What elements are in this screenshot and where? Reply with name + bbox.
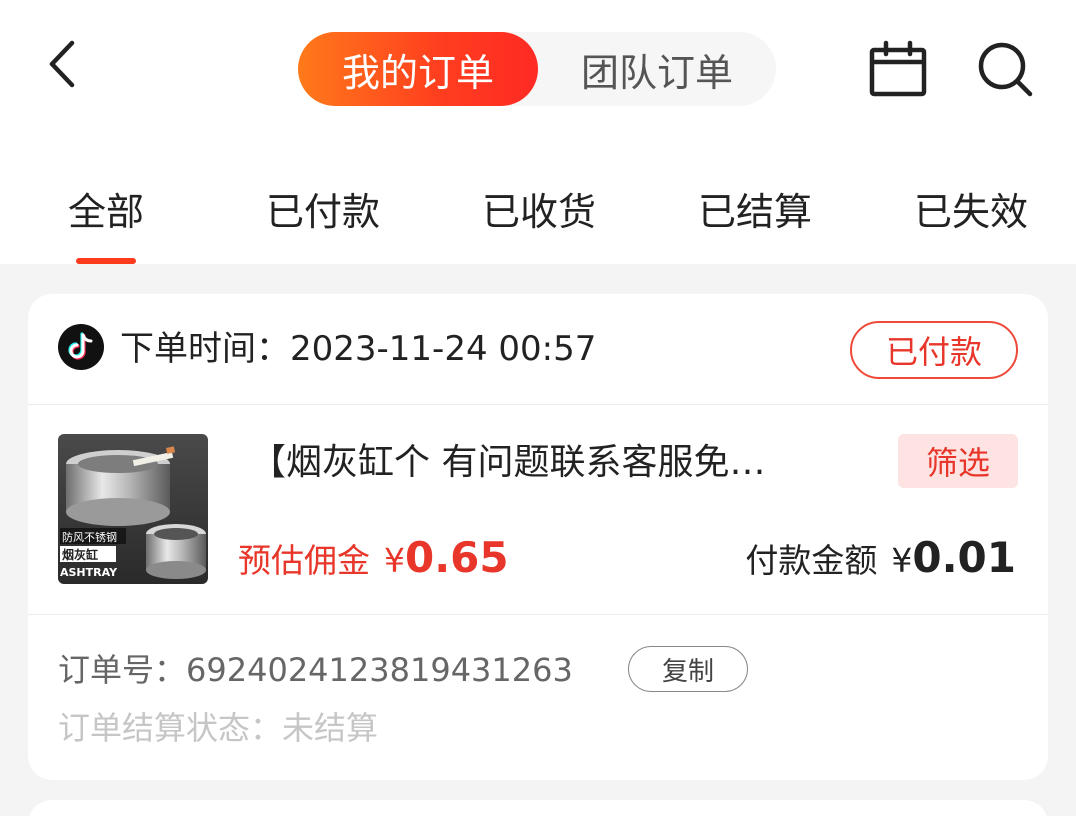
top-bar: 我的订单 团队订单 全部 已付款 已收货 已结算 已失效 xyxy=(0,0,1076,264)
order-time-value: 2023-11-24 00:57 xyxy=(290,329,597,369)
tab-invalid[interactable]: 已失效 xyxy=(898,170,1044,246)
divider xyxy=(28,404,1048,405)
tab-paid[interactable]: 已付款 xyxy=(250,170,396,246)
tab-my-orders[interactable]: 我的订单 xyxy=(298,32,538,106)
order-number-value: 6924024123819431263 xyxy=(186,651,573,689)
back-button[interactable] xyxy=(36,36,86,92)
paid-amount: 付款金额 ¥0.01 xyxy=(745,530,1016,586)
commission-label: 预估佣金 xyxy=(238,541,370,580)
filter-button[interactable]: 筛选 xyxy=(898,434,1018,488)
ashtray-image: 防风不锈钢 烟灰缸 ASHTRAY xyxy=(58,434,208,584)
order-number-label: 订单号： xyxy=(58,651,187,689)
divider xyxy=(28,614,1048,615)
paid-label: 付款金额 xyxy=(745,541,878,580)
order-number: 订单号：6924024123819431263 xyxy=(58,646,573,694)
commission-value: 0.65 xyxy=(405,533,509,582)
tab-all[interactable]: 全部 xyxy=(46,170,166,246)
estimated-commission: 预估佣金 ¥0.65 xyxy=(238,530,509,586)
search-icon xyxy=(978,42,1033,97)
status-badge: 已付款 xyxy=(850,321,1018,379)
order-time-label: 下单时间： xyxy=(120,329,290,369)
settlement-value: 未结算 xyxy=(282,709,379,747)
active-tab-indicator xyxy=(76,258,136,264)
copy-button[interactable]: 复制 xyxy=(628,646,748,692)
tab-received[interactable]: 已收货 xyxy=(466,170,612,246)
calendar-icon xyxy=(869,40,927,97)
image-caption-1: 防风不锈钢 xyxy=(62,530,117,544)
chevron-left-icon xyxy=(49,40,75,88)
tab-settled[interactable]: 已结算 xyxy=(682,170,828,246)
next-order-card xyxy=(28,800,1048,816)
paid-currency: ¥ xyxy=(891,541,913,580)
settlement-label: 订单结算状态： xyxy=(58,709,283,747)
order-type-switch: 我的订单 团队订单 xyxy=(298,32,776,106)
tiktok-note-icon xyxy=(68,332,93,360)
image-caption-3: ASHTRAY xyxy=(60,566,118,579)
tiktok-icon xyxy=(58,324,104,370)
product-title[interactable]: 【烟灰缸个 有问题联系客服免… xyxy=(250,438,870,488)
product-image[interactable]: 防风不锈钢 烟灰缸 ASHTRAY xyxy=(58,434,208,584)
order-card: 下单时间：2023-11-24 00:57 已付款 防风不锈钢 烟灰缸 ASHT… xyxy=(28,294,1048,780)
commission-currency: ¥ xyxy=(384,541,405,580)
image-caption-2: 烟灰缸 xyxy=(62,547,98,562)
settlement-status: 订单结算状态：未结算 xyxy=(58,704,378,752)
tab-team-orders[interactable]: 团队订单 xyxy=(538,32,776,106)
paid-value: 0.01 xyxy=(912,533,1016,582)
order-time: 下单时间：2023-11-24 00:57 xyxy=(120,326,596,372)
search-button[interactable] xyxy=(974,38,1036,100)
order-card-header: 下单时间：2023-11-24 00:57 已付款 xyxy=(28,294,1048,404)
calendar-button[interactable] xyxy=(868,40,930,100)
status-tabs: 全部 已付款 已收货 已结算 已失效 xyxy=(0,170,1076,250)
